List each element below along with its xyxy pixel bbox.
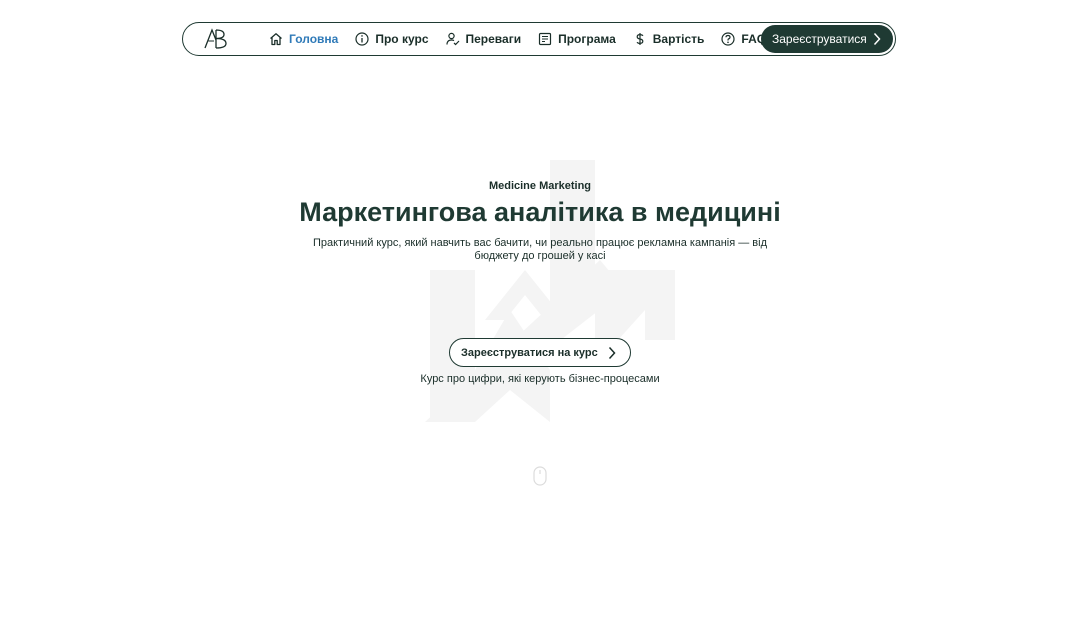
question-icon	[721, 32, 736, 46]
nav-item-label: Головна	[289, 32, 339, 46]
nav-item-label: Переваги	[465, 32, 522, 46]
chevron-right-icon	[608, 346, 616, 360]
nav-item-price[interactable]: Вартість	[633, 32, 705, 46]
register-button-label: Зареєструватися	[772, 32, 867, 46]
hero-tagline: Курс про цифри, які керують бізнес-проце…	[420, 373, 660, 385]
nav-item-label: Програма	[558, 32, 616, 46]
nav-menu: Головна Про курс Переваги Програма Варті…	[269, 23, 783, 55]
nav-item-about[interactable]: Про курс	[355, 32, 429, 46]
nav-item-program[interactable]: Програма	[538, 32, 616, 46]
nav-item-benefits[interactable]: Переваги	[445, 32, 522, 46]
nav-item-home[interactable]: Головна	[269, 32, 338, 46]
register-button[interactable]: Зареєструватися	[761, 25, 893, 53]
register-course-button-label: Зареєструватися на курс	[461, 346, 598, 359]
hero-eyebrow: Medicine Marketing	[488, 180, 592, 192]
page-title: Маркетингова аналітика в медицині	[299, 197, 781, 227]
hero-subtitle: Практичний курс, який навчить вас бачити…	[312, 237, 767, 262]
dollar-icon	[636, 33, 644, 45]
top-navbar: Головна Про курс Переваги Програма Варті…	[182, 22, 896, 56]
home-icon	[270, 33, 282, 46]
nav-item-faq[interactable]: FAQ	[721, 32, 766, 46]
scroll-mouse-icon[interactable]	[533, 466, 547, 486]
info-icon	[355, 32, 369, 46]
chevron-right-icon	[873, 32, 881, 46]
user-check-icon	[445, 32, 459, 46]
register-course-button[interactable]: Зареєструватися на курс	[449, 338, 631, 367]
nav-item-label: Про курс	[375, 32, 429, 46]
program-icon	[538, 32, 552, 46]
nav-item-label: Вартість	[652, 32, 705, 46]
logo[interactable]	[203, 28, 229, 50]
